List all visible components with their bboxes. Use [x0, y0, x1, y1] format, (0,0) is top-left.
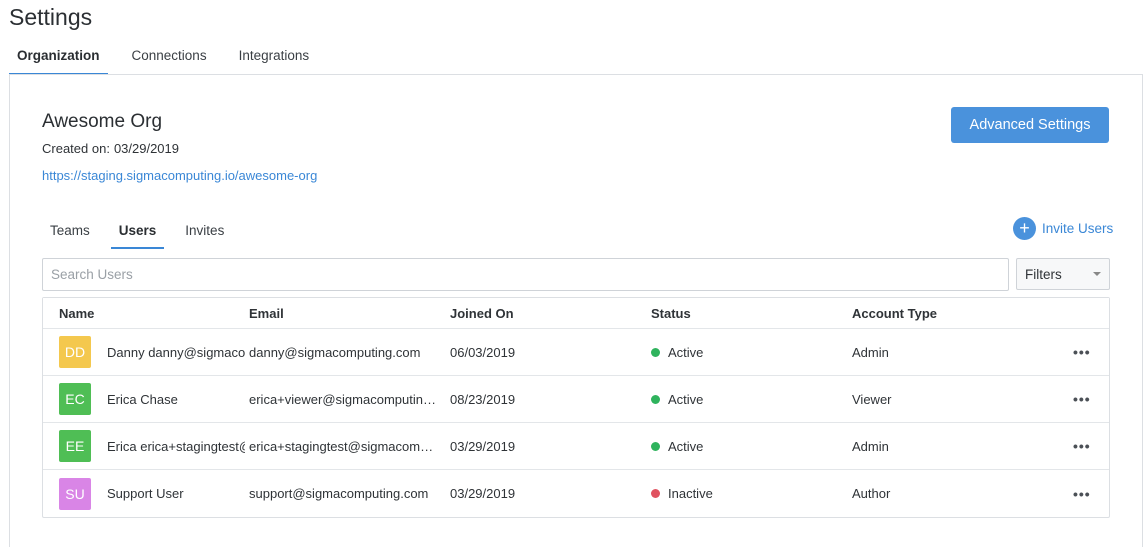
user-email: erica+stagingtest@sigmacomputing.com — [249, 438, 439, 454]
sub-tabs: Teams Users Invites — [42, 217, 245, 249]
more-options-icon[interactable]: ••• — [1073, 438, 1091, 454]
user-name-cell: EE Erica erica+stagingtest@sigmacomputin… — [59, 430, 245, 462]
status-cell: Inactive — [651, 486, 713, 501]
user-name-cell: EC Erica Chase — [59, 383, 245, 415]
advanced-settings-button[interactable]: Advanced Settings — [951, 107, 1109, 143]
search-input[interactable] — [42, 258, 1009, 291]
status-cell: Active — [651, 345, 703, 360]
status-cell: Active — [651, 439, 703, 454]
tab-integrations[interactable]: Integrations — [231, 36, 318, 75]
user-name: Danny danny@sigmacomputing.com — [107, 344, 245, 360]
account-type: Admin — [852, 344, 889, 360]
more-options-icon[interactable]: ••• — [1073, 344, 1091, 360]
status-dot-icon — [651, 489, 660, 498]
tab-users[interactable]: Users — [110, 217, 165, 249]
status-dot-icon — [651, 441, 660, 451]
user-email: danny@sigmacomputing.com — [249, 344, 421, 360]
header-name[interactable]: Name — [59, 306, 245, 321]
account-type: Viewer — [852, 391, 892, 407]
top-tabs: Organization Connections Integrations — [9, 36, 333, 75]
avatar: EE — [59, 430, 91, 462]
user-email: support@sigmacomputing.com — [249, 486, 429, 501]
settings-panel: Awesome Org Created on: 03/29/2019 https:… — [9, 74, 1143, 547]
user-name-cell: DD Danny danny@sigmacomputing.com — [59, 336, 245, 368]
table-row[interactable]: EC Erica Chase erica+viewer@sigmacomputi… — [43, 376, 1109, 423]
filters-label: Filters — [1025, 266, 1062, 282]
page-title: Settings — [9, 4, 93, 30]
status-dot-icon — [651, 347, 660, 357]
avatar: DD — [59, 336, 91, 368]
plus-icon: + — [1013, 216, 1036, 240]
status-label: Active — [668, 438, 704, 454]
status-label: Inactive — [668, 486, 713, 501]
status-label: Active — [668, 344, 704, 360]
account-type: Admin — [852, 438, 889, 454]
status-cell: Active — [651, 392, 703, 407]
user-name: Erica Chase — [107, 391, 178, 407]
table-row[interactable]: SU Support User support@sigmacomputing.c… — [43, 470, 1109, 517]
org-name: Awesome Org — [42, 111, 163, 132]
user-email: erica+viewer@sigmacomputing.com — [249, 391, 439, 407]
more-options-icon[interactable]: ••• — [1073, 391, 1091, 407]
account-type: Author — [852, 486, 891, 501]
joined-date: 08/23/2019 — [450, 391, 516, 407]
user-name-cell: SU Support User — [59, 477, 245, 510]
status-label: Active — [668, 391, 704, 407]
created-label: Created on: — [42, 141, 110, 156]
invite-users-label: Invite Users — [1042, 220, 1114, 236]
header-email[interactable]: Email — [249, 306, 439, 321]
invite-users-button[interactable]: + Invite Users — [1013, 216, 1113, 240]
table-row[interactable]: DD Danny danny@sigmacomputing.com danny@… — [43, 329, 1109, 376]
created-on: Created on: 03/29/2019 — [42, 141, 179, 156]
tab-invites[interactable]: Invites — [177, 217, 232, 249]
filters-dropdown[interactable]: Filters — [1016, 258, 1110, 290]
joined-date: 06/03/2019 — [450, 344, 516, 360]
avatar: SU — [59, 477, 91, 510]
header-joined-on[interactable]: Joined On — [450, 306, 514, 321]
joined-date: 03/29/2019 — [450, 486, 516, 501]
user-name: Support User — [107, 486, 184, 501]
chevron-down-icon — [1093, 272, 1101, 276]
header-status[interactable]: Status — [651, 306, 691, 321]
avatar: EC — [59, 383, 91, 415]
org-url-link[interactable]: https://staging.sigmacomputing.io/awesom… — [42, 168, 317, 183]
table-body: DD Danny danny@sigmacomputing.com danny@… — [43, 329, 1109, 517]
tab-organization[interactable]: Organization — [9, 36, 108, 75]
created-date: 03/29/2019 — [113, 141, 180, 156]
joined-date: 03/29/2019 — [450, 438, 516, 454]
tab-connections[interactable]: Connections — [124, 36, 215, 75]
user-name: Erica erica+stagingtest@sigmacomputing.c… — [107, 438, 245, 454]
users-table: Name Email Joined On Status Account Type… — [42, 297, 1110, 518]
table-header: Name Email Joined On Status Account Type — [43, 298, 1109, 329]
tab-teams[interactable]: Teams — [42, 217, 98, 249]
more-options-icon[interactable]: ••• — [1073, 486, 1091, 502]
status-dot-icon — [651, 394, 660, 404]
header-account-type[interactable]: Account Type — [852, 306, 937, 321]
table-row[interactable]: EE Erica erica+stagingtest@sigmacomputin… — [43, 423, 1109, 470]
